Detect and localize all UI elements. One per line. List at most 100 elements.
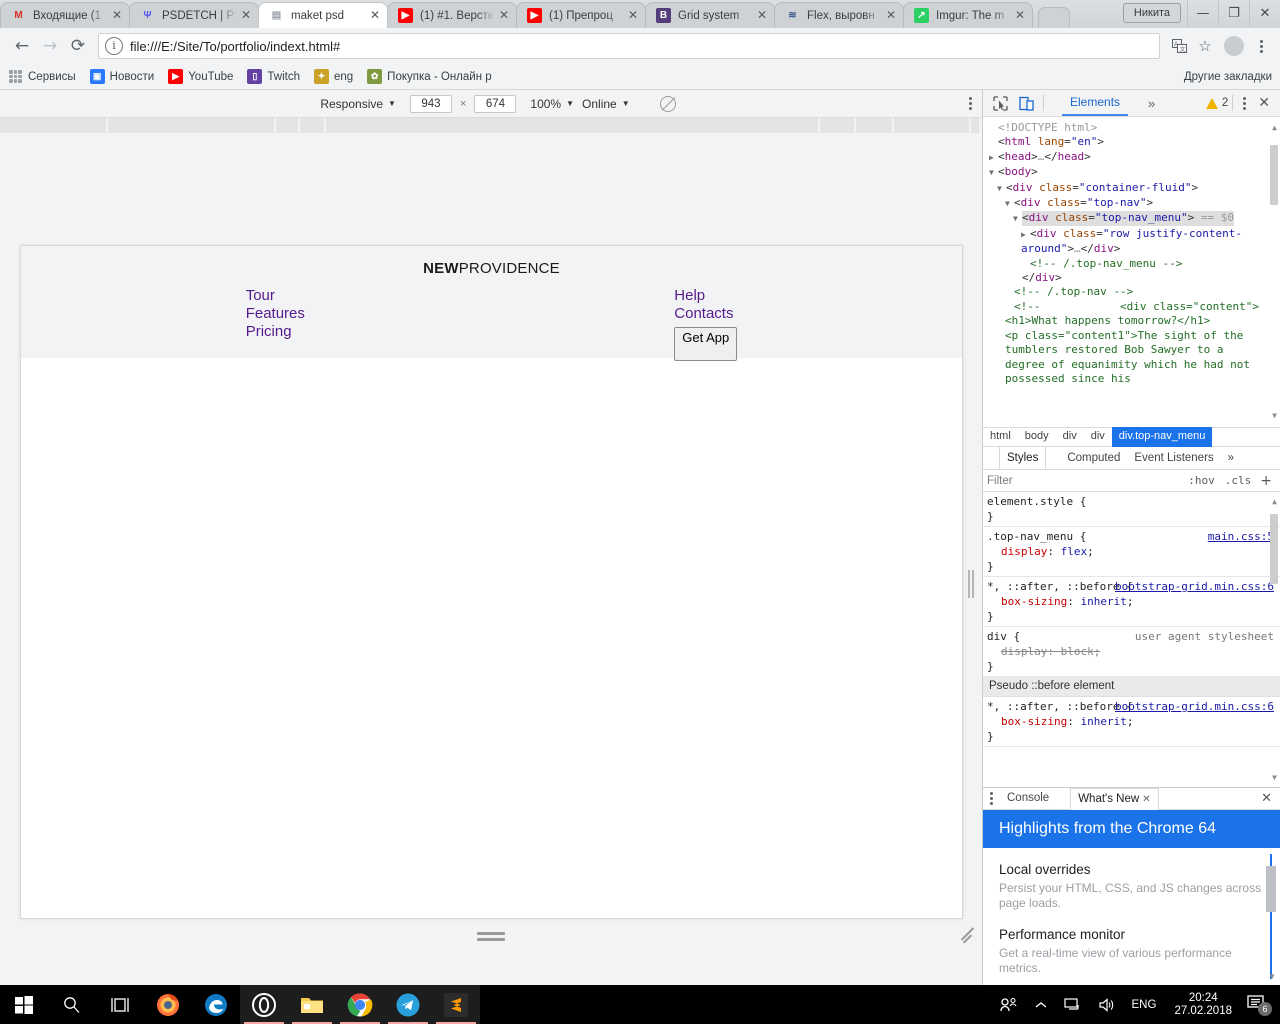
bookmark-item[interactable]: ▶YouTube (168, 69, 233, 84)
tab-close-icon[interactable]: ✕ (367, 8, 383, 24)
css-value[interactable]: flex (1061, 545, 1088, 558)
bookmark-star-icon[interactable]: ☆ (1192, 33, 1218, 59)
dom-node[interactable]: <!DOCTYPE html> (989, 121, 1264, 135)
language-indicator[interactable]: ENG (1124, 999, 1165, 1011)
tab-close-icon[interactable]: ✕ (238, 8, 254, 24)
disclosure-triangle-icon[interactable]: ▶ (989, 151, 998, 165)
disclosure-triangle-icon[interactable]: ▶ (1021, 228, 1030, 242)
browser-tab[interactable]: BGrid system ✕ (645, 2, 775, 28)
profile-chip[interactable]: Никита (1123, 3, 1181, 23)
whats-new-item-title[interactable]: Local overrides (999, 862, 1264, 877)
dom-node[interactable]: ▶<div class="row justify-content-around"… (989, 227, 1264, 257)
dom-node[interactable]: <!-- <div class="content"> <h1>What happ… (989, 300, 1264, 386)
styles-rule-list[interactable]: element.style {}.top-nav_menu {main.css:… (983, 492, 1280, 787)
scroll-up-icon[interactable]: ▲ (1272, 121, 1277, 135)
css-value[interactable]: block (1061, 645, 1094, 658)
drawer-close-icon[interactable]: ✕ (1253, 791, 1280, 806)
dom-tree[interactable]: <!DOCTYPE html><html lang="en">▶<head>…<… (983, 117, 1280, 427)
viewport-resize-handle-corner[interactable] (958, 924, 978, 944)
address-bar[interactable]: i file:///E:/Site/To/portfolio/indext.ht… (98, 33, 1160, 59)
tab-console[interactable]: Console (1000, 788, 1056, 810)
inspect-cursor-icon[interactable] (987, 91, 1013, 115)
dom-node[interactable]: ▼<div class="container-fluid"> (989, 181, 1264, 196)
browser-tab[interactable]: ▶(1) #1. Верстк✕ (387, 2, 517, 28)
people-icon[interactable] (992, 997, 1026, 1013)
dom-tree-scrollbar[interactable]: ▲ ▼ (1269, 121, 1279, 423)
tab-whats-new-close-icon[interactable]: ✕ (1142, 789, 1150, 810)
css-value[interactable]: inherit (1080, 715, 1126, 728)
scroll-down-icon[interactable]: ▼ (1272, 409, 1277, 423)
whats-new-scrollbar[interactable]: ▼ (1265, 854, 1277, 979)
show-hidden-icons-chevron[interactable] (1026, 1000, 1056, 1010)
viewport-height-input[interactable]: 674 (474, 95, 516, 113)
browser-tab[interactable]: ΨPSDETCH | PS✕ (129, 2, 259, 28)
start-button[interactable] (0, 985, 48, 1024)
disclosure-triangle-icon[interactable]: ▼ (1013, 212, 1022, 226)
new-style-rule-button[interactable]: + (1260, 473, 1272, 489)
devtools-more-tabs-icon[interactable]: » (1142, 96, 1161, 111)
tab-close-icon[interactable]: ✕ (625, 8, 641, 24)
zoom-select[interactable]: 100% ▼ (530, 97, 574, 111)
tab-styles[interactable]: Styles (999, 447, 1046, 469)
tab-whats-new[interactable]: What's New✕ (1070, 788, 1158, 810)
nav-link[interactable]: Contacts (674, 305, 733, 323)
breadcrumb-item[interactable]: html (983, 427, 1018, 447)
breadcrumb-item[interactable]: div (1056, 427, 1084, 447)
cls-button[interactable]: .cls (1225, 474, 1252, 487)
warning-count[interactable]: 2 (1206, 97, 1228, 109)
whats-new-item-title[interactable]: Performance monitor (999, 927, 1264, 942)
opera-taskbar-icon[interactable] (240, 985, 288, 1024)
dom-node[interactable]: <html lang="en"> (989, 135, 1264, 149)
style-rule[interactable]: div {user agent stylesheetdisplay: block… (983, 627, 1280, 677)
viewport-resize-handle-bottom[interactable] (471, 928, 511, 944)
minimize-button[interactable]: — (1187, 0, 1218, 26)
bookmark-item[interactable]: ▯Twitch (247, 69, 300, 84)
media-query-segment[interactable] (856, 118, 894, 133)
no-throttling-icon[interactable] (660, 96, 676, 112)
bookmark-item[interactable]: ▣Новости (90, 69, 155, 84)
css-declaration[interactable]: box-sizing: inherit; (987, 594, 1272, 609)
browser-tab[interactable]: ≋Flex, выровн✕ (774, 2, 904, 28)
browser-tab[interactable]: ↗Imgur: The m✕ (903, 2, 1033, 28)
chrome-taskbar-icon[interactable] (336, 985, 384, 1024)
close-window-button[interactable]: ✕ (1249, 0, 1280, 26)
media-query-segment[interactable] (108, 118, 276, 133)
dom-node[interactable]: </div> (989, 271, 1264, 285)
browser-tab[interactable]: ▶(1) Препроц✕ (516, 2, 646, 28)
maximize-button[interactable]: ❐ (1218, 0, 1249, 26)
avatar[interactable] (1224, 36, 1244, 56)
nav-link[interactable]: Help (674, 287, 733, 305)
disclosure-triangle-icon[interactable]: ▼ (1005, 197, 1014, 211)
notification-center-button[interactable]: 6 (1242, 994, 1274, 1015)
tab-close-icon[interactable]: ✕ (754, 8, 770, 24)
css-declaration[interactable]: display: block; (987, 644, 1272, 659)
browser-tab[interactable]: MВходящие (1✕ (0, 2, 130, 28)
reload-icon[interactable]: ⟳ (64, 32, 92, 60)
media-query-segment[interactable] (820, 118, 856, 133)
dom-node[interactable]: ▼<div class="top-nav"> (989, 196, 1264, 211)
style-rule[interactable]: *, ::after, ::before {bootstrap-grid.min… (983, 697, 1280, 747)
breadcrumb-item[interactable]: div.top-nav_menu (1112, 427, 1213, 447)
other-bookmarks-button[interactable]: Другие закладки (1184, 71, 1272, 83)
rule-source-link[interactable]: main.css:5 (1208, 529, 1274, 544)
media-query-segment[interactable] (0, 118, 108, 133)
tab-computed[interactable]: Computed (1060, 447, 1127, 469)
styles-scrollbar[interactable]: ▲ ▼ (1269, 494, 1279, 785)
scroll-down-icon[interactable]: ▼ (1268, 972, 1276, 981)
dom-node[interactable]: <!-- /.top-nav --> (989, 285, 1264, 299)
nav-link[interactable]: Tour (246, 287, 305, 305)
scroll-down-icon[interactable]: ▼ (1272, 770, 1277, 785)
style-rule[interactable]: element.style {} (983, 492, 1280, 527)
nav-link[interactable]: Pricing (246, 323, 305, 341)
apps-grid-icon[interactable] (8, 69, 23, 84)
browser-tab[interactable]: ▤maket psd✕ (258, 2, 388, 28)
back-icon[interactable]: ← (8, 32, 36, 60)
forward-icon[interactable]: → (36, 32, 64, 60)
breadcrumb-item[interactable]: div (1084, 427, 1112, 447)
site-info-icon[interactable]: i (105, 37, 123, 55)
search-button[interactable] (48, 985, 96, 1024)
media-query-segment[interactable] (326, 118, 820, 133)
tab-event-listeners[interactable]: Event Listeners (1127, 447, 1220, 469)
scrollbar-thumb[interactable] (1266, 866, 1276, 912)
tab-close-icon[interactable]: ✕ (496, 8, 512, 24)
